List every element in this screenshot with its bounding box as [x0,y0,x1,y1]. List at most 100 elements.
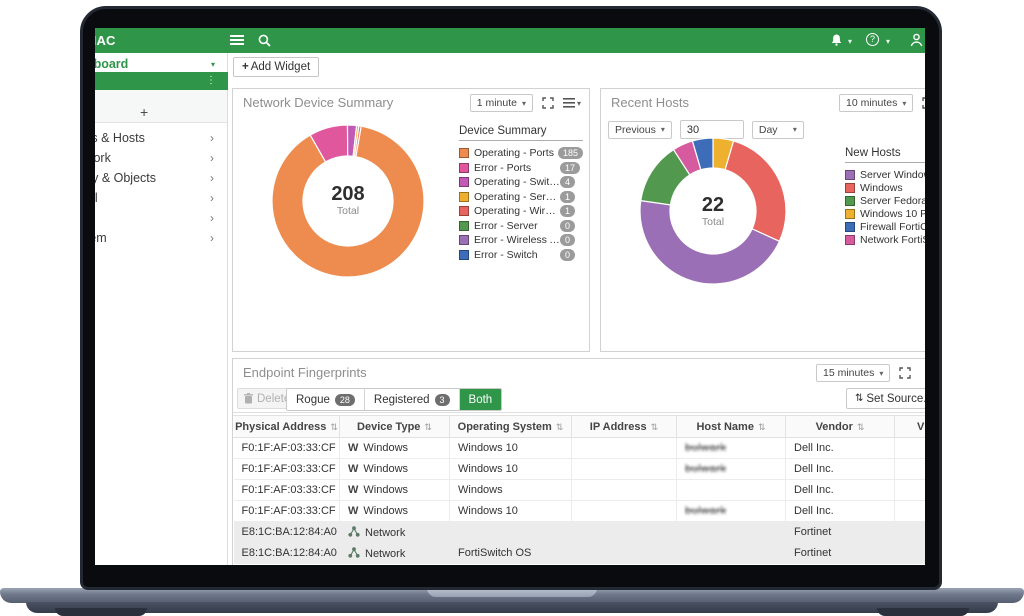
user-icon[interactable] [910,33,923,50]
cell-device-type: Network [340,543,450,564]
legend-item-windows-10-pro-6-3[interactable]: Windows 10 Pro 6.3 [845,207,925,220]
table-row[interactable]: E8:1C:BA:12:84:A0NetworkFortinet [234,522,926,543]
column-header-physical-address[interactable]: Physical Address⇅ [234,416,340,438]
more-options-icon[interactable]: ⋮ [206,75,216,86]
legend-item-operating-ports[interactable]: Operating - Ports185 [459,146,583,161]
chevron-right-icon: › [210,168,214,188]
cell-physical-address: F0:1F:AF:03:33:CF [234,459,340,480]
table-row[interactable]: E8:1C:BA:12:84:A0NetworkFortiSwitch OSFo… [234,543,926,564]
bell-caret-icon[interactable]: ▾ [848,37,852,46]
cell-operating-system: Windows 10 [450,459,572,480]
windows-icon: W [348,442,358,454]
windows-icon: W [348,484,358,496]
legend-swatch [845,196,855,206]
cell-operating-system: Windows 10 [450,501,572,522]
sort-arrows-icon: ⇅ [855,393,863,404]
cell-physical-address: F0:1F:AF:03:33:CF [234,438,340,459]
endpoint-table-body: F0:1F:AF:03:33:CFWWindowsWindows 10bulwa… [234,438,926,564]
filter-label: Registered [374,394,430,406]
legend-swatch [459,163,469,173]
sidebar-item-portal[interactable]: Portal› [95,188,227,208]
menu-icon[interactable] [230,34,244,49]
column-header-host-name[interactable]: Host Name⇅ [677,416,786,438]
sort-icon: ⇅ [556,422,564,432]
table-row[interactable]: F0:1F:AF:03:33:CFWWindowsWindowsDell Inc… [234,480,926,501]
legend-item-error-server[interactable]: Error - Server0 [459,219,583,234]
search-icon[interactable] [258,34,271,50]
sidebar-item-network[interactable]: Network› [95,148,227,168]
column-header-vendor[interactable]: Vendor⇅ [786,416,895,438]
cell-physical-address: E8:1C:BA:12:84:A0 [234,522,340,543]
legend-label: Error - Switch [474,249,560,261]
donut-segment-windows[interactable] [725,141,786,241]
table-row[interactable]: F0:1F:AF:03:33:CFWWindowsWindows 10bulwa… [234,501,926,522]
sort-icon: ⇅ [857,422,865,432]
cell-device-type: Network [340,522,450,543]
interval-select[interactable]: 10 minutes▾ [839,94,913,112]
legend-item-firewall-fortios[interactable]: Firewall FortiOS [845,220,925,233]
column-header-device-type[interactable]: Device Type⇅ [340,416,450,438]
cell-ip-address [572,522,677,543]
filter-label: Rogue [296,394,330,406]
fullscreen-icon[interactable] [899,367,911,379]
add-widget-button[interactable]: +Add Widget [233,57,319,77]
filter-count-badge: 3 [435,394,450,406]
legend-swatch [459,192,469,202]
sidebar-item-users-hosts[interactable]: Users & Hosts› [95,128,227,148]
set-source-button[interactable]: ⇅ Set Source... [846,388,925,409]
table-row[interactable]: F0:1F:AF:03:33:CFWWindowsWindows 10bulwa… [234,438,926,459]
laptop-screen: FortiNAC ▾ ? ▾ Dash [95,28,925,565]
legend-item-windows[interactable]: Windows [845,181,925,194]
legend-label: Windows 10 Pro 6.3 [860,208,925,220]
legend-count-badge: 17 [560,162,580,174]
legend-item-network-fortiswitch[interactable]: Network FortiSwitch [845,233,925,246]
filter-rogue-button[interactable]: Rogue28 [287,389,364,410]
cell-vendor: Fortinet [786,543,895,564]
add-dashboard-button[interactable]: + [140,104,148,120]
device-summary-legend: Device Summary Operating - Ports185Error… [459,125,583,262]
help-caret-icon[interactable]: ▾ [886,37,890,46]
app-navbar: FortiNAC ▾ ? ▾ [95,28,925,53]
legend-item-server-windows[interactable]: Server Windows [845,168,925,181]
sort-icon: ⇅ [424,422,432,432]
sidebar-item-system[interactable]: System› [95,228,227,248]
legend-label: Windows [860,182,925,194]
filter-registered-button[interactable]: Registered 3 [364,389,459,410]
network-icon [348,547,360,558]
help-icon[interactable]: ? [866,33,879,46]
legend-item-error-switch[interactable]: Error - Switch0 [459,248,583,263]
sort-icon: ⇅ [758,422,766,432]
sidebar-item-row-5[interactable]: › [95,208,227,228]
fullscreen-icon[interactable] [922,97,925,109]
cell-operating-system: Windows 10 [450,438,572,459]
dashboard-dropdown[interactable]: Dashboard ▾ [95,55,228,72]
legend-count-badge: 4 [560,176,575,188]
chevron-right-icon: › [210,188,214,208]
column-header-ip-address[interactable]: IP Address⇅ [572,416,677,438]
column-header-v[interactable]: V⇅ [895,416,926,438]
sidebar-item-policy-objects[interactable]: Policy & Objects› [95,168,227,188]
fullscreen-icon[interactable] [542,97,554,109]
interval-select[interactable]: 1 minute▾ [470,94,533,112]
legend-count-badge: 185 [558,147,583,159]
legend-item-error-ports[interactable]: Error - Ports17 [459,161,583,176]
cell-vendor: Dell Inc. [786,480,895,501]
legend-items: Operating - Ports185Error - Ports17Opera… [459,146,583,262]
header-row: Physical Address⇅Device Type⇅Operating S… [234,416,926,438]
table-row[interactable]: F0:1F:AF:03:33:CFWWindowsWindows 10bulwa… [234,459,926,480]
legend-item-operating-switch[interactable]: Operating - Switch4 [459,175,583,190]
chart-menu-icon[interactable]: ▾ [563,98,581,108]
dashboard-tabs-area: + [95,90,227,123]
legend-label: Network FortiSwitch [860,234,925,246]
legend-item-operating-server[interactable]: Operating - Server1 [459,190,583,205]
legend-item-server-fedora-based[interactable]: Server Fedora based [845,194,925,207]
legend-label: Server Fedora based [860,195,925,207]
selected-dashboard-row[interactable]: ⋮ [95,72,228,90]
filter-both-button[interactable]: Both [459,389,502,410]
legend-swatch [845,209,855,219]
legend-item-operating-wireless[interactable]: Operating - Wireless...1 [459,204,583,219]
legend-item-error-wireless-acc[interactable]: Error - Wireless Acc...0 [459,233,583,248]
column-header-operating-system[interactable]: Operating System⇅ [450,416,572,438]
interval-select[interactable]: 15 minutes▾ [816,364,890,382]
notifications-bell-icon[interactable] [831,34,842,49]
